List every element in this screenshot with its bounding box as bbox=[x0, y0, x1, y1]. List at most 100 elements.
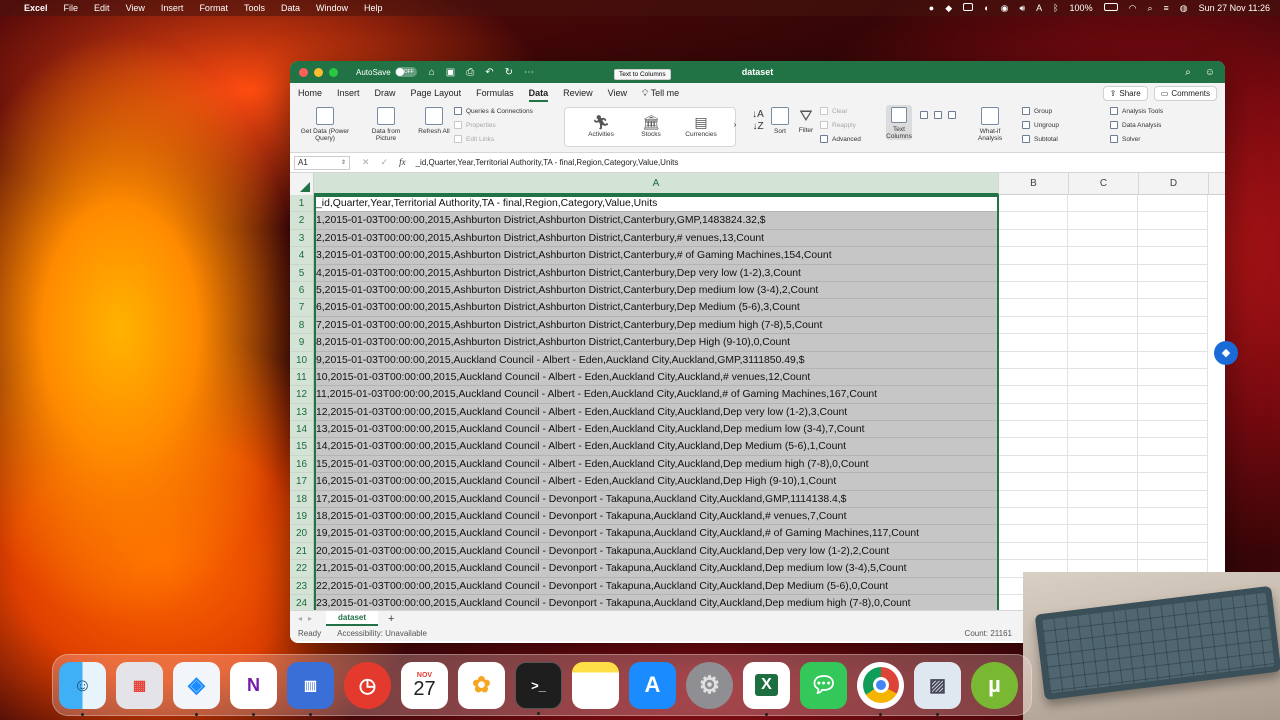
cell-a[interactable]: 15,2015-01-03T00:00:00,2015,Auckland Cou… bbox=[314, 455, 998, 474]
cell-empty[interactable] bbox=[998, 247, 1068, 265]
cell-empty[interactable] bbox=[1068, 508, 1138, 526]
cell-empty[interactable] bbox=[1138, 212, 1208, 230]
cell-a[interactable]: 1,2015-01-03T00:00:00,2015,Ashburton Dis… bbox=[314, 212, 998, 230]
siri-icon[interactable]: ◍ bbox=[1180, 3, 1188, 14]
cell-empty[interactable] bbox=[1138, 368, 1208, 387]
tell-me[interactable]: 💡︎ Tell me bbox=[642, 88, 679, 99]
cell-a[interactable]: 13,2015-01-03T00:00:00,2015,Auckland Cou… bbox=[314, 421, 998, 439]
add-sheet-icon[interactable]: + bbox=[388, 613, 394, 625]
dock-photos-icon[interactable]: ✿ bbox=[458, 661, 505, 709]
menu-app-name[interactable]: Excel bbox=[24, 3, 48, 13]
cell-empty[interactable] bbox=[998, 316, 1068, 335]
refresh-all-button[interactable]: Refresh All bbox=[418, 107, 450, 135]
flash-fill-icon[interactable] bbox=[920, 111, 928, 119]
fx-icon[interactable]: fx bbox=[399, 157, 406, 168]
column-header-b[interactable]: B bbox=[999, 173, 1069, 195]
menu-format[interactable]: Format bbox=[199, 3, 228, 13]
zoom-button[interactable] bbox=[329, 67, 338, 77]
cell-a[interactable]: 7,2015-01-03T00:00:00,2015,Ashburton Dis… bbox=[314, 316, 998, 335]
cell-empty[interactable] bbox=[998, 508, 1068, 526]
dropbox-float-icon[interactable]: ◆ bbox=[1214, 341, 1238, 365]
dock-launchpad-icon[interactable]: ▦ bbox=[116, 661, 163, 709]
confirm-icon[interactable]: ✓ bbox=[381, 157, 389, 168]
sort-az-icon[interactable]: ↓A ↓Z bbox=[750, 109, 766, 133]
tab-view[interactable]: View bbox=[608, 88, 627, 98]
row-header[interactable]: 19 bbox=[290, 508, 314, 526]
cell-empty[interactable] bbox=[1138, 264, 1208, 282]
cell-a[interactable]: 20,2015-01-03T00:00:00,2015,Auckland Cou… bbox=[314, 542, 998, 561]
minimize-button[interactable] bbox=[314, 67, 323, 77]
cell-empty[interactable] bbox=[1068, 229, 1138, 248]
cell-empty[interactable] bbox=[1138, 299, 1208, 317]
cell-a[interactable]: 6,2015-01-03T00:00:00,2015,Ashburton Dis… bbox=[314, 299, 998, 317]
sort-button[interactable]: Sort bbox=[768, 107, 792, 135]
home-icon[interactable]: ⌂ bbox=[429, 67, 435, 78]
dock-system-preferences-icon[interactable]: ⚙ bbox=[686, 661, 733, 709]
dropbox-menu-icon[interactable]: ◆ bbox=[945, 3, 952, 14]
close-button[interactable] bbox=[299, 67, 308, 77]
record-icon[interactable]: ◉ bbox=[1001, 3, 1009, 14]
cell-a[interactable]: 16,2015-01-03T00:00:00,2015,Auckland Cou… bbox=[314, 473, 998, 491]
cell-empty[interactable] bbox=[998, 368, 1068, 387]
cell-empty[interactable] bbox=[1068, 299, 1138, 317]
cell-a[interactable]: 14,2015-01-03T00:00:00,2015,Auckland Cou… bbox=[314, 438, 998, 456]
cell-empty[interactable] bbox=[998, 195, 1068, 213]
formula-input[interactable]: _id,Quarter,Year,Territorial Authority,T… bbox=[416, 158, 679, 167]
dock-notes-icon[interactable] bbox=[572, 661, 619, 709]
data-validation-icon[interactable] bbox=[948, 111, 956, 119]
row-header[interactable]: 11 bbox=[290, 368, 314, 387]
undo-icon[interactable]: ↶ bbox=[485, 67, 493, 78]
cell-empty[interactable] bbox=[1068, 264, 1138, 282]
volume-icon[interactable]: 🔊︎ bbox=[1019, 3, 1025, 14]
advanced-button[interactable]: Advanced bbox=[820, 135, 861, 143]
tab-review[interactable]: Review bbox=[563, 88, 593, 98]
properties-button[interactable]: Properties bbox=[454, 121, 496, 129]
redo-icon[interactable]: ↻ bbox=[505, 67, 513, 78]
dock-messages-icon[interactable]: 💬︎ bbox=[800, 661, 847, 709]
filter-button[interactable]: ⛛ Filter bbox=[794, 107, 818, 134]
tab-formulas[interactable]: Formulas bbox=[476, 88, 514, 98]
dock-utorrent-icon[interactable]: µ bbox=[971, 661, 1018, 709]
row-header[interactable]: 18 bbox=[290, 490, 314, 509]
keyboard-icon[interactable]: A bbox=[1036, 3, 1042, 13]
dock-excel-icon[interactable]: X bbox=[743, 661, 790, 716]
row-header[interactable]: 3 bbox=[290, 229, 314, 248]
queries-connections-button[interactable]: Queries & Connections bbox=[454, 107, 533, 115]
cell-empty[interactable] bbox=[1068, 542, 1138, 561]
menu-insert[interactable]: Insert bbox=[161, 3, 184, 13]
cell-empty[interactable] bbox=[998, 490, 1068, 509]
row-header[interactable]: 24 bbox=[290, 594, 314, 610]
dock-safari-icon[interactable]: ◈ bbox=[173, 661, 220, 716]
cell-empty[interactable] bbox=[1138, 351, 1208, 369]
cell-a[interactable]: 22,2015-01-03T00:00:00,2015,Auckland Cou… bbox=[314, 577, 998, 595]
cell-a[interactable]: 11,2015-01-03T00:00:00,2015,Auckland Cou… bbox=[314, 386, 998, 404]
analysis-tools-button[interactable]: Analysis Tools bbox=[1110, 107, 1163, 115]
stocks-button[interactable]: 🏛︎ Stocks bbox=[631, 113, 671, 138]
subtotal-button[interactable]: Subtotal bbox=[1022, 135, 1058, 143]
remove-duplicates-icon[interactable] bbox=[934, 111, 942, 119]
cell-empty[interactable] bbox=[1138, 334, 1208, 352]
row-header[interactable]: 8 bbox=[290, 316, 314, 335]
sheet-tab-dataset[interactable]: dataset bbox=[326, 611, 379, 626]
battery-icon[interactable] bbox=[1103, 3, 1118, 13]
cell-empty[interactable] bbox=[1068, 421, 1138, 439]
edit-links-button[interactable]: Edit Links bbox=[454, 135, 494, 143]
row-header[interactable]: 23 bbox=[290, 577, 314, 595]
row-header[interactable]: 12 bbox=[290, 386, 314, 404]
share-button[interactable]: ⇪ Share bbox=[1102, 85, 1148, 101]
menu-edit[interactable]: Edit bbox=[94, 3, 110, 13]
cell-empty[interactable] bbox=[1138, 508, 1208, 526]
menu-file[interactable]: File bbox=[64, 3, 79, 13]
cell-empty[interactable] bbox=[1068, 438, 1138, 456]
clock[interactable]: Sun 27 Nov 11:26 bbox=[1199, 3, 1270, 13]
dock-finder-icon[interactable]: ☺ bbox=[59, 661, 106, 716]
solver-button[interactable]: Solver bbox=[1110, 135, 1140, 143]
data-from-picture-button[interactable]: Data from Picture bbox=[364, 107, 408, 142]
cell-empty[interactable] bbox=[1138, 386, 1208, 404]
cell-empty[interactable] bbox=[1068, 525, 1138, 543]
cell-empty[interactable] bbox=[1138, 281, 1208, 300]
cell-empty[interactable] bbox=[1068, 351, 1138, 369]
clear-button[interactable]: Clear bbox=[820, 107, 848, 115]
cell-empty[interactable] bbox=[1068, 281, 1138, 300]
cell-empty[interactable] bbox=[998, 542, 1068, 561]
